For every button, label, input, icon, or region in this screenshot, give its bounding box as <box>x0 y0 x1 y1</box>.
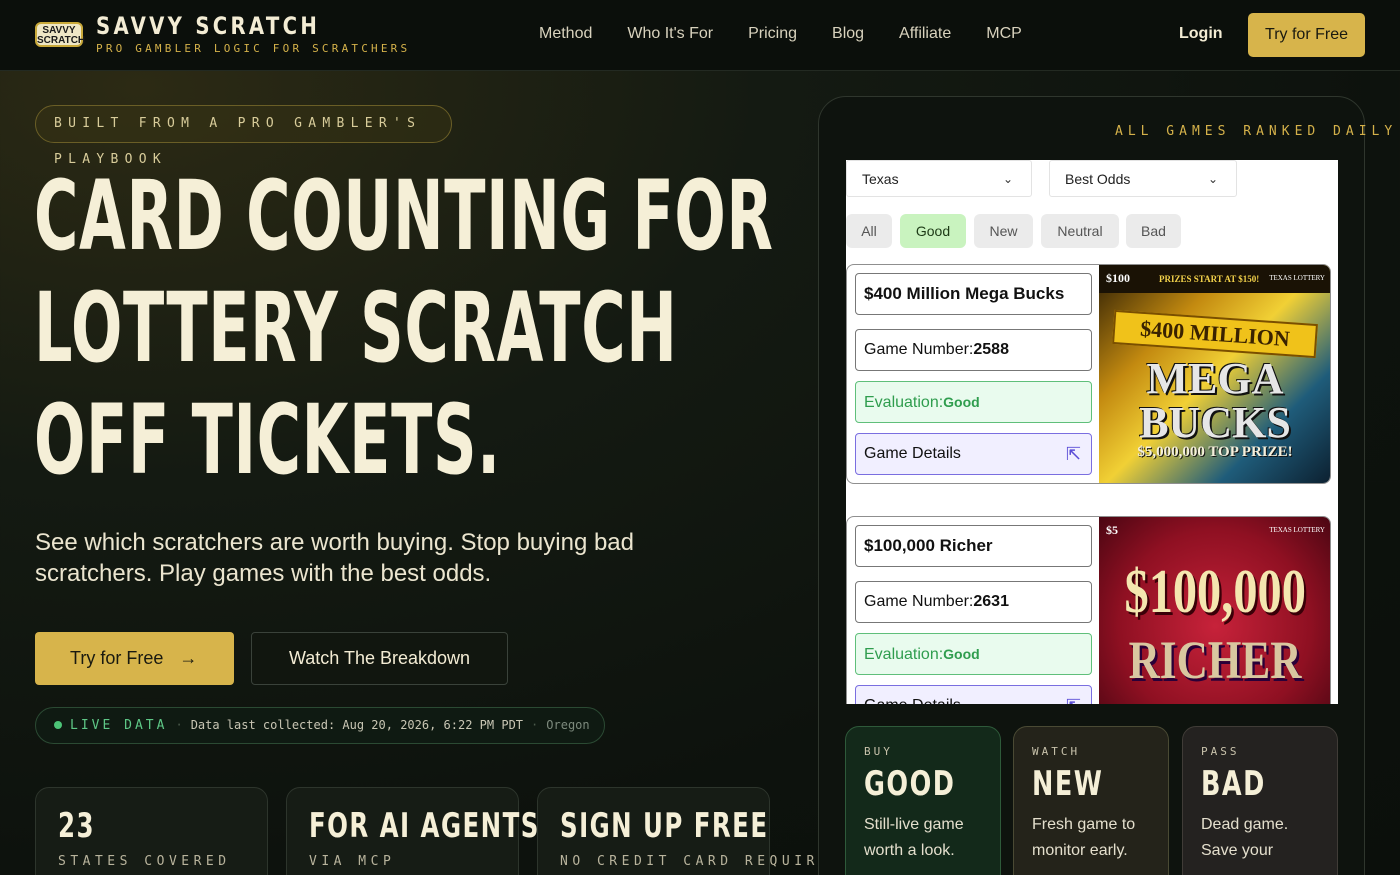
eval-card-bad: PASS BAD Dead game. Save your <box>1182 726 1338 875</box>
stat-card-ai-agents: FOR AI AGENTS VIA MCP <box>286 787 540 875</box>
game-number-value: 2631 <box>973 593 1009 610</box>
eval-description: Still-live game worth a look. <box>864 816 964 859</box>
game-details-label: Game Details <box>864 697 961 704</box>
ticket-lottery-logo: TEXAS LOTTERY <box>1269 526 1325 534</box>
eval-card-good: BUY GOOD Still-live game worth a look. <box>845 726 1001 875</box>
live-label: LIVE DATA <box>70 718 168 733</box>
stat-value: 23 <box>58 806 95 846</box>
ticket-image: $100 PRIZES START AT $150! TEXAS LOTTERY… <box>1099 265 1330 483</box>
state-select[interactable]: Texas ⌄ <box>846 160 1032 197</box>
ticket-prizes: PRIZES START AT $150! <box>1159 274 1260 284</box>
eval-tag: PASS <box>1201 745 1240 758</box>
evaluation-label: Evaluation: <box>864 646 944 663</box>
game-details-button[interactable]: Game Details ⇱ <box>855 433 1092 475</box>
game-details-label: Game Details <box>864 445 961 462</box>
stat-value: SIGN UP FREE <box>560 806 769 846</box>
brand-title[interactable]: SAVVY SCRATCH <box>96 12 320 40</box>
game-number: Game Number:2588 <box>855 329 1092 371</box>
game-evaluation: Evaluation:Good <box>855 381 1092 423</box>
headline-line-3: OFF TICKETS. <box>34 384 501 496</box>
try-free-button[interactable]: Try for Free → <box>35 632 234 685</box>
sort-select[interactable]: Best Odds ⌄ <box>1049 160 1237 197</box>
filter-good[interactable]: Good <box>900 214 966 248</box>
eval-tag: BUY <box>864 745 893 758</box>
nav-try-free-button[interactable]: Try for Free <box>1248 13 1365 57</box>
game-name: $400 Million Mega Bucks <box>855 273 1092 315</box>
game-number-value: 2588 <box>973 341 1009 358</box>
logo[interactable]: SAVVY SCRATCH <box>35 22 86 47</box>
evaluation-value: Good <box>943 394 980 410</box>
try-free-label: Try for Free <box>70 648 164 668</box>
click-cursor-icon: ⇱ <box>1065 444 1081 464</box>
panel-label: ALL GAMES RANKED DAILY <box>1115 124 1398 139</box>
nav-link-mcp[interactable]: MCP <box>986 25 1022 43</box>
watch-breakdown-button[interactable]: Watch The Breakdown <box>251 632 508 685</box>
live-dot-icon <box>54 720 62 729</box>
eval-word: GOOD <box>864 764 956 804</box>
click-cursor-icon: ⇱ <box>1066 686 1081 704</box>
ticket-banner: $400 MILLION <box>1112 309 1318 359</box>
brand-subtitle: PRO GAMBLER LOGIC FOR SCRATCHERS <box>96 42 411 55</box>
data-collected-text: Data last collected: Aug 20, 2026, 6:22 … <box>190 718 524 732</box>
game-number-label: Game Number: <box>864 593 974 610</box>
ticket-price: $100 <box>1106 271 1130 285</box>
ticket-headline: RICHER <box>1128 630 1302 690</box>
state-select-value: Texas <box>862 171 899 187</box>
filter-new[interactable]: New <box>974 214 1033 248</box>
game-name: $100,000 Richer <box>855 525 1092 567</box>
eval-description: Fresh game to monitor early. <box>1032 816 1136 859</box>
eval-word: NEW <box>1032 764 1104 804</box>
eval-card-new: WATCH NEW Fresh game to monitor early. <box>1013 726 1169 875</box>
game-number-label: Game Number: <box>864 341 974 358</box>
filter-bad[interactable]: Bad <box>1126 214 1181 248</box>
live-data-bar: LIVE DATA · Data last collected: Aug 20, 2… <box>35 707 605 744</box>
filter-neutral[interactable]: Neutral <box>1041 214 1119 248</box>
game-evaluation: Evaluation:Good <box>855 633 1092 675</box>
nav-links: Method Who It's For Pricing Blog Affilia… <box>539 25 1057 43</box>
filter-all[interactable]: All <box>846 214 892 248</box>
playbook-pill: BUILT FROM A PRO GAMBLER'S PLAYBOOK <box>35 105 452 167</box>
sort-select-value: Best Odds <box>1065 171 1131 187</box>
arrow-right-icon: → <box>179 648 198 668</box>
nav-link-pricing[interactable]: Pricing <box>748 25 797 43</box>
stat-card-states: 23 STATES COVERED <box>35 787 268 875</box>
chevron-down-icon: ⌄ <box>1207 172 1218 186</box>
ticket-headline: MEGA BUCKS <box>1139 354 1291 447</box>
headline-line-1: CARD COUNTING FOR <box>34 160 774 272</box>
stat-card-sign-up: SIGN UP FREE NO CREDIT CARD REQUIRED <box>537 787 844 875</box>
separator: · <box>175 718 183 732</box>
stat-label: NO CREDIT CARD REQUIRED <box>560 854 844 869</box>
game-details-button[interactable]: Game Details ⇱ <box>855 685 1092 704</box>
headline-line-2: LOTTERY SCRATCH <box>34 272 678 384</box>
ticket-lottery-logo: TEXAS LOTTERY <box>1269 274 1325 282</box>
state-text: Oregon <box>546 718 590 732</box>
ticket-price: $5 <box>1106 523 1118 537</box>
game-card[interactable]: $400 Million Mega Bucks Game Number:2588… <box>846 264 1331 484</box>
chevron-down-icon: ⌄ <box>1002 172 1013 186</box>
nav-link-affiliate[interactable]: Affiliate <box>899 25 951 43</box>
stat-label: VIA MCP <box>309 854 396 869</box>
separator: · <box>531 718 539 732</box>
nav-link-who-its-for[interactable]: Who It's For <box>627 25 713 43</box>
game-number: Game Number:2631 <box>855 581 1092 623</box>
eval-tag: WATCH <box>1032 745 1081 758</box>
nav-link-method[interactable]: Method <box>539 25 592 43</box>
game-card[interactable]: $100,000 Richer Game Number:2631 Evaluat… <box>846 516 1331 704</box>
stat-value: FOR AI AGENTS <box>309 806 540 846</box>
eval-word: BAD <box>1201 764 1266 804</box>
hero-description: See which scratchers are worth buying. S… <box>35 529 635 587</box>
nav-link-blog[interactable]: Blog <box>832 25 864 43</box>
login-link[interactable]: Login <box>1179 25 1223 43</box>
eval-description: Dead game. Save your <box>1201 816 1289 859</box>
evaluation-label: Evaluation: <box>864 394 944 411</box>
evaluation-value: Good <box>943 646 980 662</box>
stat-label: STATES COVERED <box>58 854 231 869</box>
ticket-top-prize: $5,000,000 TOP PRIZE! <box>1137 444 1293 460</box>
app-preview: Texas ⌄ Best Odds ⌄ All Good New Neutral… <box>846 160 1338 704</box>
top-nav: SAVVY SCRATCH SAVVY SCRATCH PRO GAMBLER … <box>0 0 1400 71</box>
ticket-image: $5 TEXAS LOTTERY $100,000 RICHER <box>1099 517 1330 704</box>
ticket-amount: $100,000 <box>1124 558 1306 626</box>
logo-text: SAVVY SCRATCH <box>37 25 86 46</box>
